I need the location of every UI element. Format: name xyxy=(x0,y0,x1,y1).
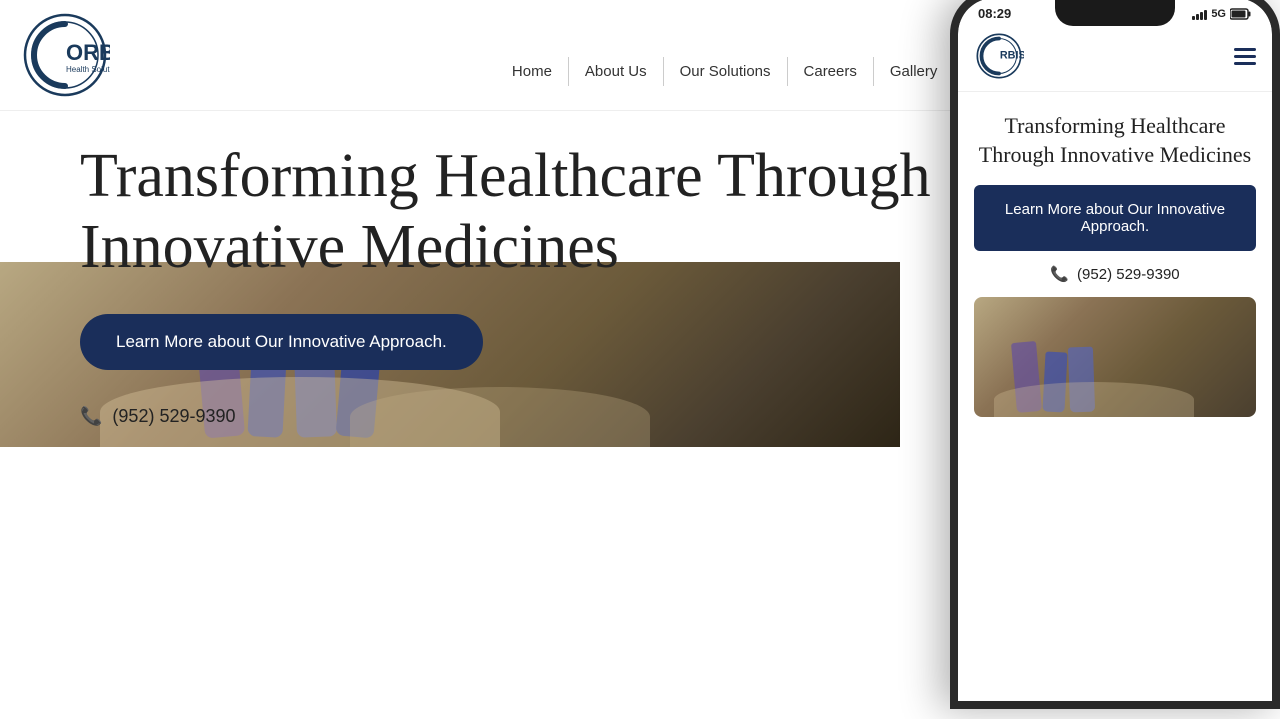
phone-screen: 08:29 5G xyxy=(958,0,1272,701)
hamburger-line-1 xyxy=(1234,48,1256,51)
phone-orbis-logo: RBIS xyxy=(974,31,1024,81)
phone-glove xyxy=(994,382,1194,417)
phone-mockup: 08:29 5G xyxy=(950,0,1280,709)
hamburger-line-3 xyxy=(1234,62,1256,65)
hero-text: Transforming Healthcare Through Innovati… xyxy=(80,141,980,447)
network-type: 5G xyxy=(1211,8,1226,20)
battery-icon xyxy=(1230,8,1252,20)
nav-gallery[interactable]: Gallery xyxy=(874,57,955,86)
signal-bar-1 xyxy=(1192,16,1195,20)
signal-bars xyxy=(1192,8,1207,20)
svg-text:ORBIS: ORBIS xyxy=(66,40,110,65)
signal-bar-3 xyxy=(1200,12,1203,20)
hamburger-line-2 xyxy=(1234,55,1256,58)
signal-bar-2 xyxy=(1196,14,1199,20)
hero-phone-number: (952) 529-9390 xyxy=(112,406,235,427)
svg-text:Health Solutions: Health Solutions xyxy=(66,65,110,74)
phone-number-text: (952) 529-9390 xyxy=(1077,266,1180,283)
orbis-logo: ORBIS Health Solutions xyxy=(20,10,110,100)
cta-button[interactable]: Learn More about Our Innovative Approach… xyxy=(80,314,483,370)
phone-icon-hero: 📞 xyxy=(80,406,102,427)
logo-area: ORBIS Health Solutions xyxy=(20,10,110,100)
phone-cta-button[interactable]: Learn More about Our Innovative Approach… xyxy=(974,185,1256,251)
phone-status-icons: 5G xyxy=(1192,8,1252,20)
hero-title: Transforming Healthcare Through Innovati… xyxy=(80,141,980,284)
nav-solutions[interactable]: Our Solutions xyxy=(664,57,788,86)
nav-home[interactable]: Home xyxy=(496,57,569,86)
hamburger-menu[interactable] xyxy=(1234,48,1256,65)
signal-bar-4 xyxy=(1204,10,1207,20)
svg-text:RBIS: RBIS xyxy=(1000,50,1024,62)
hero-phone[interactable]: 📞 (952) 529-9390 xyxy=(80,406,980,427)
phone-notch xyxy=(1055,0,1175,26)
phone-phone-number[interactable]: 📞 (952) 529-9390 xyxy=(958,265,1272,283)
phone-inner-header: RBIS xyxy=(958,21,1272,92)
nav-about[interactable]: About Us xyxy=(569,57,664,86)
phone-hero-title: Transforming Healthcare Through Innovati… xyxy=(958,92,1272,185)
phone-time: 08:29 xyxy=(978,6,1011,21)
phone-image-preview xyxy=(974,297,1256,417)
phone-icon-small: 📞 xyxy=(1050,265,1069,283)
nav-careers[interactable]: Careers xyxy=(788,57,874,86)
